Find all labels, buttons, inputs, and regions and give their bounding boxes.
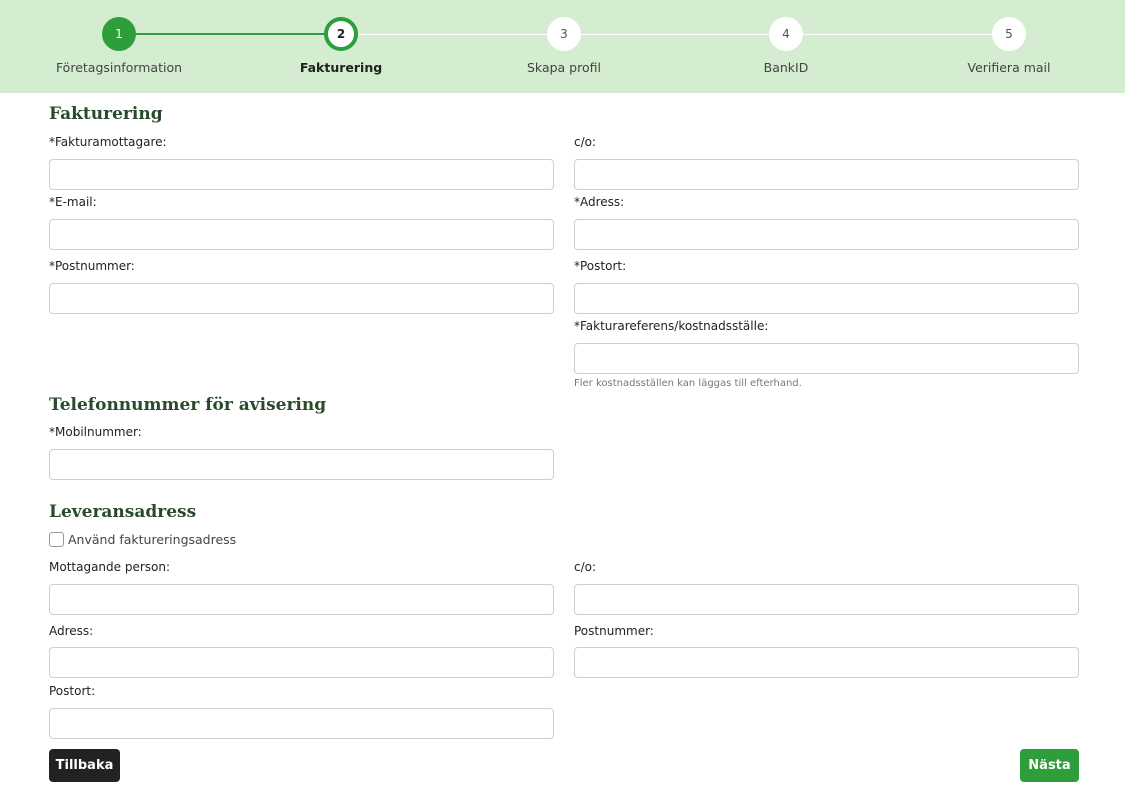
step-5: 5 Verifiera mail [929, 17, 1089, 75]
delivery-section-title: Leveransadress [49, 502, 197, 522]
step-3: 3 Skapa profil [484, 17, 644, 75]
billing-recipient-label: *Fakturamottagare: [49, 135, 167, 149]
step-3-circle: 3 [547, 17, 581, 51]
delivery-recipient-label: Mottagande person: [49, 560, 171, 574]
billing-city-input[interactable] [574, 283, 1079, 314]
back-button[interactable]: Tillbaka [49, 749, 120, 782]
billing-section-title: Fakturering [49, 104, 163, 124]
delivery-co-input[interactable] [574, 584, 1079, 615]
step-2-label: Fakturering [299, 60, 383, 75]
delivery-address-label: Adress: [49, 624, 94, 638]
billing-reference-label: *Fakturareferens/kostnadsställe: [574, 319, 769, 333]
use-billing-address-row[interactable]: Använd faktureringsadress [49, 532, 236, 547]
delivery-city-input[interactable] [49, 708, 554, 739]
billing-co-label: c/o: [574, 135, 597, 149]
billing-reference-hint: Fler kostnadsställen kan läggas till eft… [574, 378, 802, 389]
use-billing-address-checkbox[interactable] [49, 532, 64, 547]
billing-email-label: *E-mail: [49, 195, 97, 209]
step-2-circle: 2 [324, 17, 358, 51]
billing-reference-input[interactable] [574, 343, 1079, 374]
billing-address-input[interactable] [574, 219, 1079, 250]
billing-recipient-input[interactable] [49, 159, 554, 190]
billing-co-input[interactable] [574, 159, 1079, 190]
phone-section-title: Telefonnummer för avisering [49, 395, 327, 415]
delivery-address-input[interactable] [49, 647, 554, 678]
step-3-label: Skapa profil [527, 60, 601, 75]
step-1[interactable]: 1 Företagsinformation [39, 17, 199, 75]
step-5-circle: 5 [992, 17, 1026, 51]
mobile-input[interactable] [49, 449, 554, 480]
step-1-circle: 1 [102, 17, 136, 51]
billing-city-label: *Postort: [574, 259, 627, 273]
step-4-circle: 4 [769, 17, 803, 51]
progress-stepper: 1 Företagsinformation 2 Fakturering 3 Sk… [0, 0, 1125, 93]
step-connector-pending [341, 34, 1009, 35]
billing-email-input[interactable] [49, 219, 554, 250]
step-4: 4 BankID [706, 17, 866, 75]
billing-postcode-input[interactable] [49, 283, 554, 314]
next-button[interactable]: Nästa [1020, 749, 1079, 782]
delivery-postcode-label: Postnummer: [574, 624, 654, 638]
delivery-postcode-input[interactable] [574, 647, 1079, 678]
delivery-co-label: c/o: [574, 560, 597, 574]
step-2[interactable]: 2 Fakturering [261, 17, 421, 75]
delivery-city-label: Postort: [49, 684, 96, 698]
step-5-label: Verifiera mail [967, 60, 1051, 75]
delivery-recipient-input[interactable] [49, 584, 554, 615]
use-billing-address-label[interactable]: Använd faktureringsadress [68, 532, 236, 547]
mobile-label: *Mobilnummer: [49, 425, 142, 439]
step-1-label: Företagsinformation [55, 60, 183, 75]
step-4-label: BankID [763, 60, 809, 75]
billing-postcode-label: *Postnummer: [49, 259, 135, 273]
billing-address-label: *Adress: [574, 195, 625, 209]
